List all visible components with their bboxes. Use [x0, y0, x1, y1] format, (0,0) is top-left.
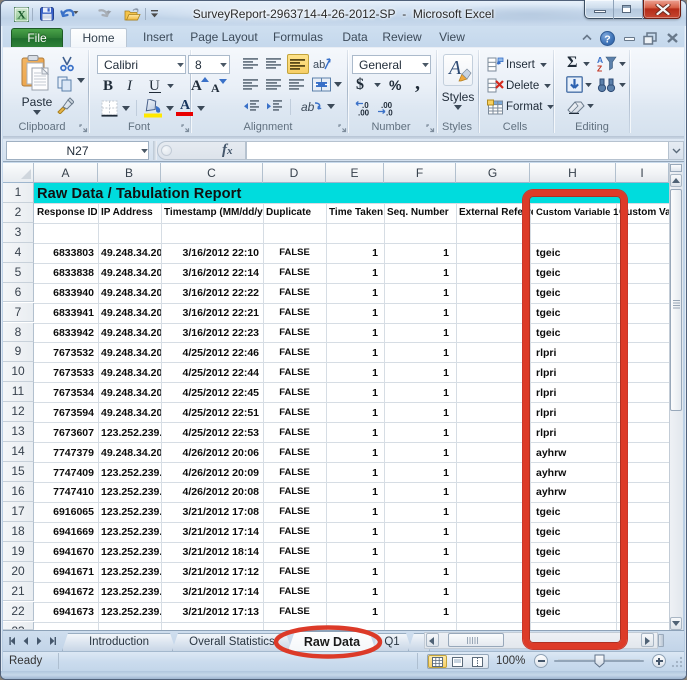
svg-text:.00: .00 — [358, 109, 370, 117]
svg-text:Z: Z — [597, 64, 602, 73]
svg-text:ab: ab — [301, 100, 315, 114]
svg-text:ab: ab — [313, 59, 325, 71]
svg-text:?: ? — [604, 33, 610, 45]
svg-text:.0: .0 — [386, 109, 393, 117]
